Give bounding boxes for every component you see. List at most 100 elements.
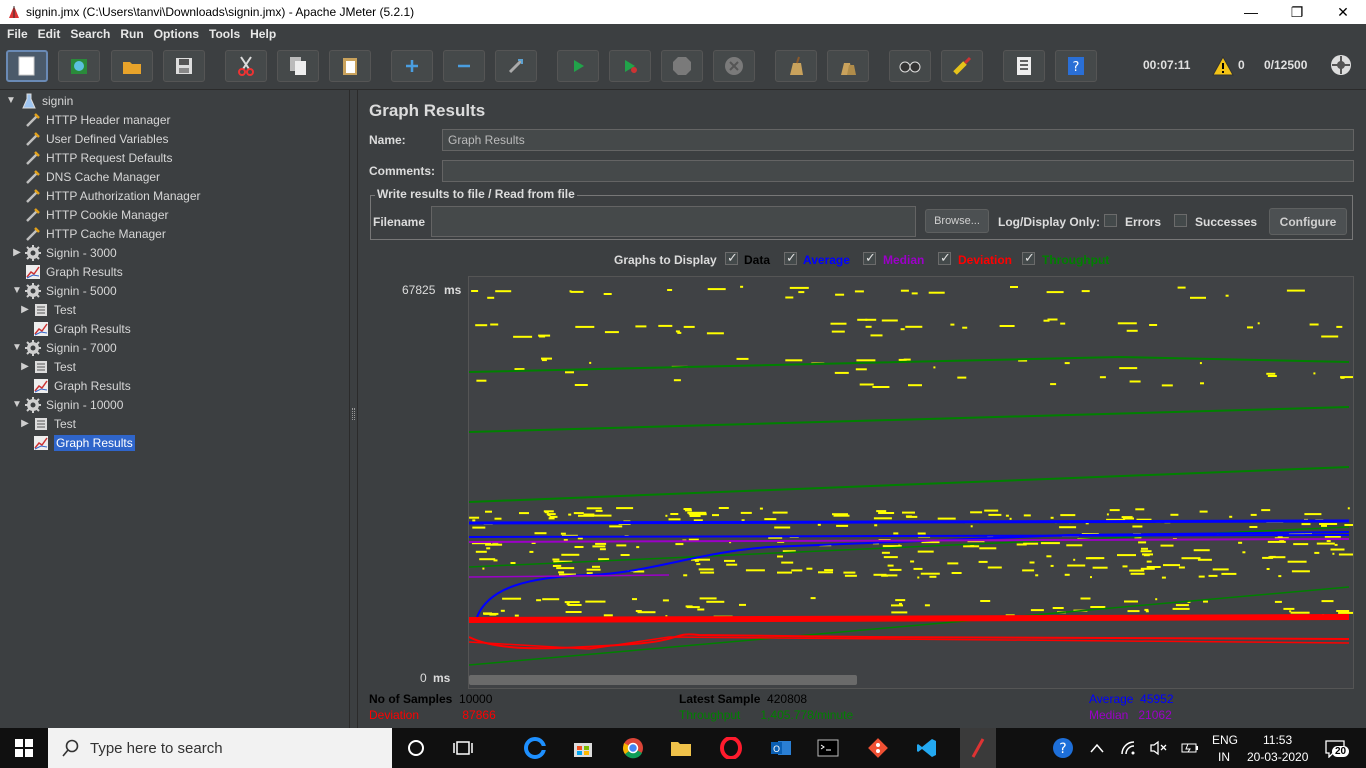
start-button[interactable] xyxy=(557,50,599,82)
data-point xyxy=(1266,372,1276,375)
taskbar-store[interactable] xyxy=(568,734,598,762)
successes-checkbox[interactable] xyxy=(1174,214,1187,227)
menu-search[interactable]: Search xyxy=(65,27,115,41)
open-button[interactable] xyxy=(111,50,153,82)
throughput-checkbox[interactable] xyxy=(1022,250,1035,266)
tree-node[interactable]: HTTP Header manager xyxy=(24,110,171,129)
data-point xyxy=(490,323,499,326)
graph-scrollbar[interactable] xyxy=(469,675,857,685)
errors-checkbox[interactable] xyxy=(1104,214,1117,227)
data-checkbox[interactable] xyxy=(725,250,738,266)
menu-file[interactable]: File xyxy=(2,27,33,41)
collapse-all-button[interactable] xyxy=(443,50,485,82)
taskbar-terminal[interactable] xyxy=(813,734,843,762)
expand-toggle-icon[interactable]: ▶ xyxy=(20,361,30,372)
taskbar-search-box[interactable]: Type here to search xyxy=(48,728,392,768)
taskbar-outlook[interactable]: O xyxy=(766,734,796,762)
paste-button[interactable] xyxy=(329,50,371,82)
average-checkbox[interactable] xyxy=(784,250,797,266)
cut-button[interactable] xyxy=(225,50,267,82)
menu-options[interactable]: Options xyxy=(149,27,204,41)
median-checkbox[interactable] xyxy=(863,250,876,266)
name-field[interactable]: Graph Results xyxy=(442,129,1354,151)
tree-node[interactable]: HTTP Cache Manager xyxy=(24,224,166,243)
collapse-toggle-icon[interactable]: ▼ xyxy=(12,285,22,296)
menu-run[interactable]: Run xyxy=(115,27,148,41)
comments-field[interactable] xyxy=(442,160,1354,182)
save-button[interactable] xyxy=(163,50,205,82)
taskbar-file-explorer[interactable] xyxy=(666,734,696,762)
split-pane-divider[interactable] xyxy=(350,90,358,728)
taskbar-opera[interactable] xyxy=(716,734,746,762)
tree-node[interactable]: ▶ Test xyxy=(21,300,76,319)
reset-search-button[interactable] xyxy=(941,50,983,82)
tray-battery-button[interactable] xyxy=(1175,734,1205,762)
tray-network-button[interactable] xyxy=(1114,734,1144,762)
expand-all-button[interactable] xyxy=(391,50,433,82)
data-point xyxy=(1347,507,1350,510)
tray-show-hidden-button[interactable] xyxy=(1082,734,1112,762)
taskbar-vscode[interactable] xyxy=(912,734,942,762)
copy-button[interactable] xyxy=(277,50,319,82)
stop-button[interactable] xyxy=(661,50,703,82)
expand-toggle-icon[interactable]: ▶ xyxy=(20,304,30,315)
tray-help-button[interactable]: ? xyxy=(1048,734,1078,762)
expand-toggle-icon[interactable]: ▶ xyxy=(20,418,30,429)
input-language[interactable]: ENG xyxy=(1212,733,1238,747)
new-button[interactable] xyxy=(6,50,48,82)
menu-tools[interactable]: Tools xyxy=(204,27,245,41)
help-button[interactable]: ? xyxy=(1055,50,1097,82)
data-point xyxy=(978,560,988,563)
tree-node[interactable]: ▼ Signin - 7000 xyxy=(12,338,117,357)
taskbar-chrome[interactable] xyxy=(618,734,648,762)
collapse-toggle-icon[interactable]: ▼ xyxy=(12,342,22,353)
tree-node-root[interactable]: ▼ signin xyxy=(6,91,73,110)
taskbar-edge[interactable] xyxy=(520,734,550,762)
start-button[interactable] xyxy=(0,728,48,768)
tree-node[interactable]: DNS Cache Manager xyxy=(24,167,160,186)
templates-button[interactable] xyxy=(58,50,100,82)
tree-node[interactable]: Graph Results xyxy=(32,319,131,338)
taskbar-git[interactable] xyxy=(863,734,893,762)
tray-volume-button[interactable] xyxy=(1143,734,1173,762)
tree-node[interactable]: User Defined Variables xyxy=(24,129,169,148)
taskbar-jmeter[interactable] xyxy=(960,728,996,768)
collapse-toggle-icon[interactable]: ▼ xyxy=(6,95,16,106)
clear-all-button[interactable] xyxy=(827,50,869,82)
tree-node[interactable]: Graph Results xyxy=(32,376,131,395)
minimize-button[interactable]: — xyxy=(1228,0,1274,24)
maximize-button[interactable]: ❐ xyxy=(1274,0,1320,24)
tree-node[interactable]: ▶ Test xyxy=(21,357,76,376)
start-no-pauses-button[interactable] xyxy=(609,50,651,82)
tree-node[interactable]: ▶ Test xyxy=(21,414,76,433)
menu-edit[interactable]: Edit xyxy=(33,27,66,41)
expand-toggle-icon[interactable]: ▶ xyxy=(12,247,22,258)
deviation-checkbox[interactable] xyxy=(938,250,951,266)
browse-button[interactable]: Browse... xyxy=(925,209,989,233)
tree-node[interactable]: Graph Results xyxy=(32,433,135,452)
tree-node[interactable]: ▶ Signin - 3000 xyxy=(13,243,117,262)
close-button[interactable]: ✕ xyxy=(1320,0,1366,24)
cortana-button[interactable] xyxy=(401,734,431,762)
menu-help[interactable]: Help xyxy=(245,27,281,41)
toggle-button[interactable] xyxy=(495,50,537,82)
shutdown-button[interactable] xyxy=(713,50,755,82)
tree-node[interactable]: ▼ Signin - 5000 xyxy=(12,281,117,300)
action-center-button[interactable]: 20 xyxy=(1320,734,1350,762)
clock-time[interactable]: 11:53 xyxy=(1263,733,1292,747)
warning-icon[interactable] xyxy=(1212,56,1234,76)
configure-button[interactable]: Configure xyxy=(1269,208,1347,235)
clear-button[interactable] xyxy=(775,50,817,82)
task-view-button[interactable] xyxy=(448,734,478,762)
data-point xyxy=(1340,376,1345,379)
filename-field[interactable] xyxy=(431,206,916,237)
tree-node[interactable]: HTTP Request Defaults xyxy=(24,148,173,167)
function-helper-button[interactable] xyxy=(1003,50,1045,82)
collapse-toggle-icon[interactable]: ▼ xyxy=(12,399,22,410)
tree-node[interactable]: HTTP Cookie Manager xyxy=(24,205,169,224)
tree-node[interactable]: Graph Results xyxy=(24,262,123,281)
tree-node[interactable]: ▼ Signin - 10000 xyxy=(12,395,123,414)
search-button[interactable] xyxy=(889,50,931,82)
clear-all-icon xyxy=(841,63,856,75)
tree-node[interactable]: HTTP Authorization Manager xyxy=(24,186,201,205)
